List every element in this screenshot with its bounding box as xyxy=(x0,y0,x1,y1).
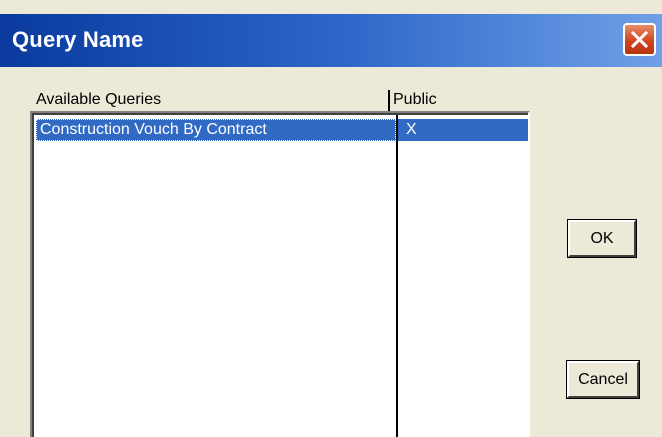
column-header-divider[interactable] xyxy=(388,90,390,111)
list-item-name: Construction Vouch By Contract xyxy=(40,121,267,138)
query-name-dialog: Query Name Available Queries Public Cons… xyxy=(0,0,662,437)
cancel-button[interactable]: Cancel xyxy=(566,360,640,399)
close-icon xyxy=(631,31,648,48)
list-item[interactable]: Construction Vouch By Contract X xyxy=(36,119,528,141)
queries-list-body: Construction Vouch By Contract X xyxy=(32,113,528,437)
window-title: Query Name xyxy=(12,27,144,52)
column-header-public[interactable]: Public xyxy=(393,89,437,111)
list-header: Available Queries Public xyxy=(30,89,530,111)
column-divider xyxy=(396,115,398,437)
title-bar[interactable]: Query Name xyxy=(0,14,662,67)
window-top-edge xyxy=(0,0,662,14)
column-header-available-queries[interactable]: Available Queries xyxy=(36,89,161,111)
ok-button[interactable]: OK xyxy=(567,219,637,258)
queries-list[interactable]: Construction Vouch By Contract X xyxy=(30,111,530,437)
close-button[interactable] xyxy=(623,23,656,56)
list-item-public: X xyxy=(406,121,417,138)
